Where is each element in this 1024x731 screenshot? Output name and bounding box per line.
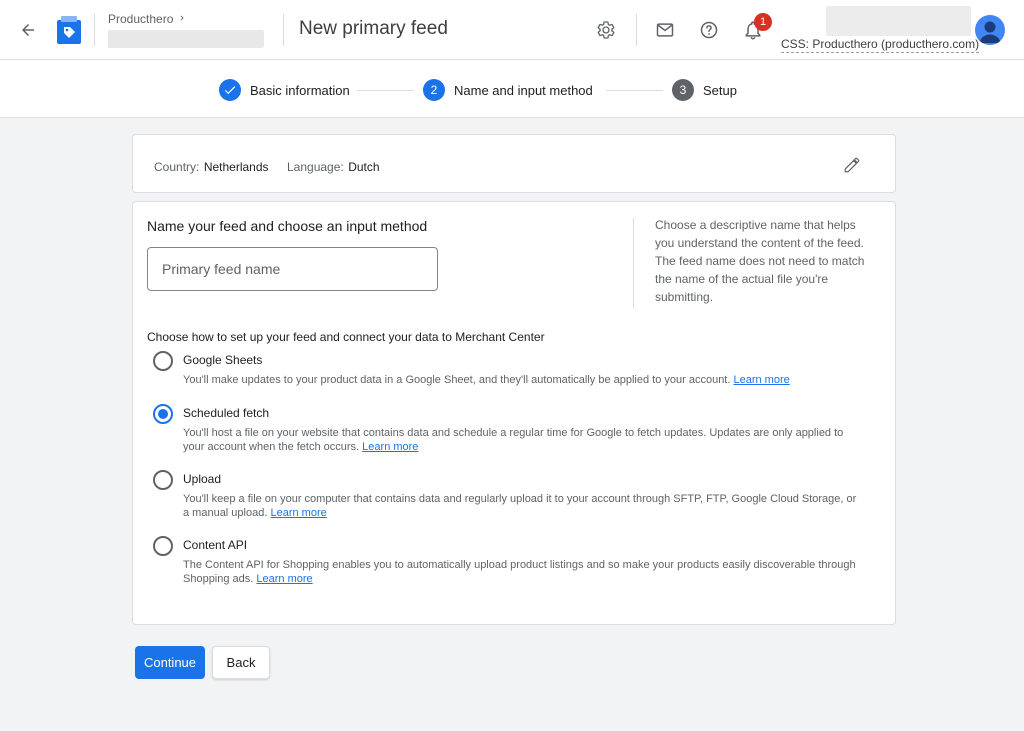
feed-name-help-text: Choose a descriptive name that helps you… bbox=[655, 218, 865, 304]
header-divider bbox=[94, 14, 95, 46]
section-title: Name your feed and choose an input metho… bbox=[147, 218, 428, 234]
primary-feed-name-input[interactable] bbox=[147, 247, 438, 291]
country-value: Netherlands bbox=[203, 160, 269, 174]
account-switcher[interactable]: Producthero bbox=[108, 12, 264, 48]
language-label: Language: bbox=[287, 160, 344, 174]
merchant-center-logo-icon bbox=[57, 16, 81, 44]
check-icon bbox=[219, 79, 241, 101]
upload-radio[interactable] bbox=[153, 470, 173, 490]
learn-more-link[interactable]: Learn more bbox=[256, 573, 312, 585]
content-api-radio[interactable] bbox=[153, 536, 173, 556]
option-title: Google Sheets bbox=[183, 353, 263, 367]
back-arrow-icon[interactable] bbox=[14, 16, 42, 44]
chevron-right-icon bbox=[177, 12, 187, 26]
step-label: Setup bbox=[703, 82, 737, 98]
option-title: Content API bbox=[183, 538, 248, 552]
progress-stepper: Basic information 2 Name and input metho… bbox=[0, 60, 1024, 118]
option-description: You'll make updates to your product data… bbox=[183, 373, 863, 387]
back-button[interactable]: Back bbox=[212, 646, 270, 679]
help-divider bbox=[633, 218, 634, 308]
option-description: The Content API for Shopping enables you… bbox=[183, 558, 863, 586]
page-title: New primary feed bbox=[299, 18, 448, 39]
option-description: You'll host a file on your website that … bbox=[183, 426, 863, 454]
notification-count-badge: 1 bbox=[754, 13, 772, 31]
step-basic-information: Basic information bbox=[219, 79, 350, 101]
step-label: Basic information bbox=[250, 82, 350, 98]
learn-more-link[interactable]: Learn more bbox=[733, 374, 789, 386]
option-description-text: You'll host a file on your website that … bbox=[183, 427, 844, 453]
option-title: Upload bbox=[183, 472, 222, 486]
google-sheets-radio[interactable] bbox=[153, 351, 173, 371]
step-name-and-input-method: 2 Name and input method bbox=[423, 79, 593, 101]
user-email-redacted bbox=[826, 6, 971, 36]
language-info: Language: Dutch bbox=[287, 158, 380, 176]
user-avatar-icon[interactable] bbox=[975, 15, 1005, 45]
header-divider bbox=[636, 14, 637, 46]
language-value: Dutch bbox=[348, 160, 380, 174]
step-number: 3 bbox=[672, 79, 694, 101]
scheduled-fetch-radio[interactable] bbox=[153, 404, 173, 424]
option-description-text: You'll make updates to your product data… bbox=[183, 374, 731, 386]
step-label: Name and input method bbox=[454, 82, 593, 98]
css-account-label[interactable]: CSS: Producthero (producthero.com) bbox=[781, 37, 980, 53]
step-number: 2 bbox=[423, 79, 445, 101]
account-name: Producthero bbox=[108, 12, 174, 26]
account-id-redacted bbox=[108, 30, 264, 48]
header-divider bbox=[283, 14, 284, 46]
feed-target-summary-card: Country: Netherlands Language: Dutch bbox=[132, 134, 896, 193]
option-description: You'll keep a file on your computer that… bbox=[183, 492, 863, 520]
step-connector bbox=[606, 90, 663, 91]
edit-pencil-icon[interactable] bbox=[841, 154, 863, 176]
step-setup: 3 Setup bbox=[672, 79, 737, 101]
learn-more-link[interactable]: Learn more bbox=[270, 507, 326, 519]
option-title: Scheduled fetch bbox=[183, 406, 270, 420]
mail-icon[interactable] bbox=[652, 17, 678, 43]
step-connector bbox=[357, 90, 414, 91]
country-info: Country: Netherlands bbox=[154, 158, 269, 176]
country-label: Country: bbox=[154, 160, 200, 174]
learn-more-link[interactable]: Learn more bbox=[362, 441, 418, 453]
continue-button[interactable]: Continue bbox=[135, 646, 205, 679]
top-app-bar: Producthero New primary feed 1 CSS: Prod… bbox=[0, 0, 1024, 60]
feed-setup-card: Name your feed and choose an input metho… bbox=[132, 201, 896, 625]
help-icon[interactable] bbox=[696, 17, 722, 43]
settings-gear-icon[interactable] bbox=[593, 17, 619, 43]
input-method-heading: Choose how to set up your feed and conne… bbox=[147, 330, 545, 344]
